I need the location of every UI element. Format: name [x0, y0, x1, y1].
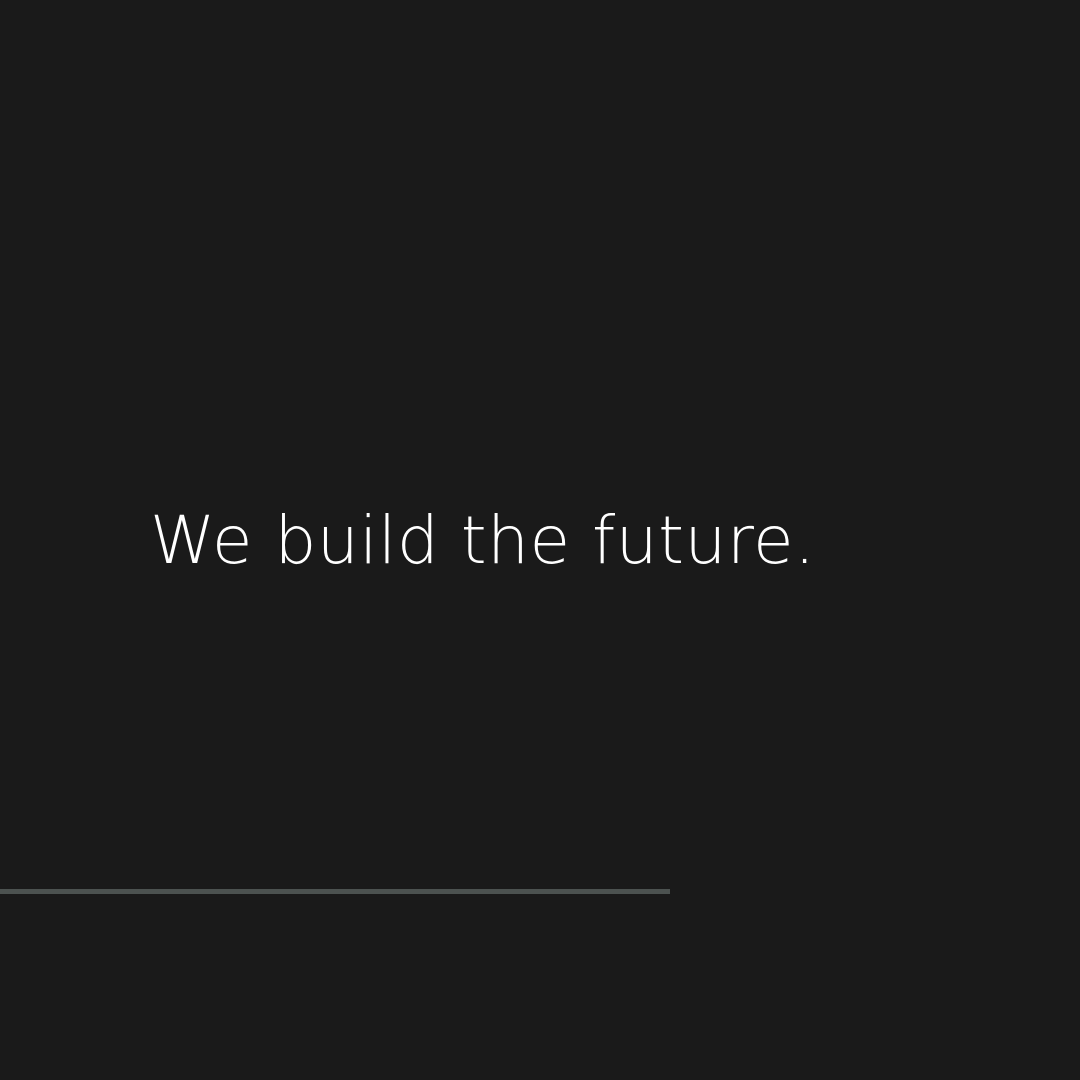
hero-slide: We build the future. — [0, 0, 1080, 1080]
tagline-heading: We build the future. — [150, 502, 816, 579]
accent-divider-line — [0, 889, 670, 894]
